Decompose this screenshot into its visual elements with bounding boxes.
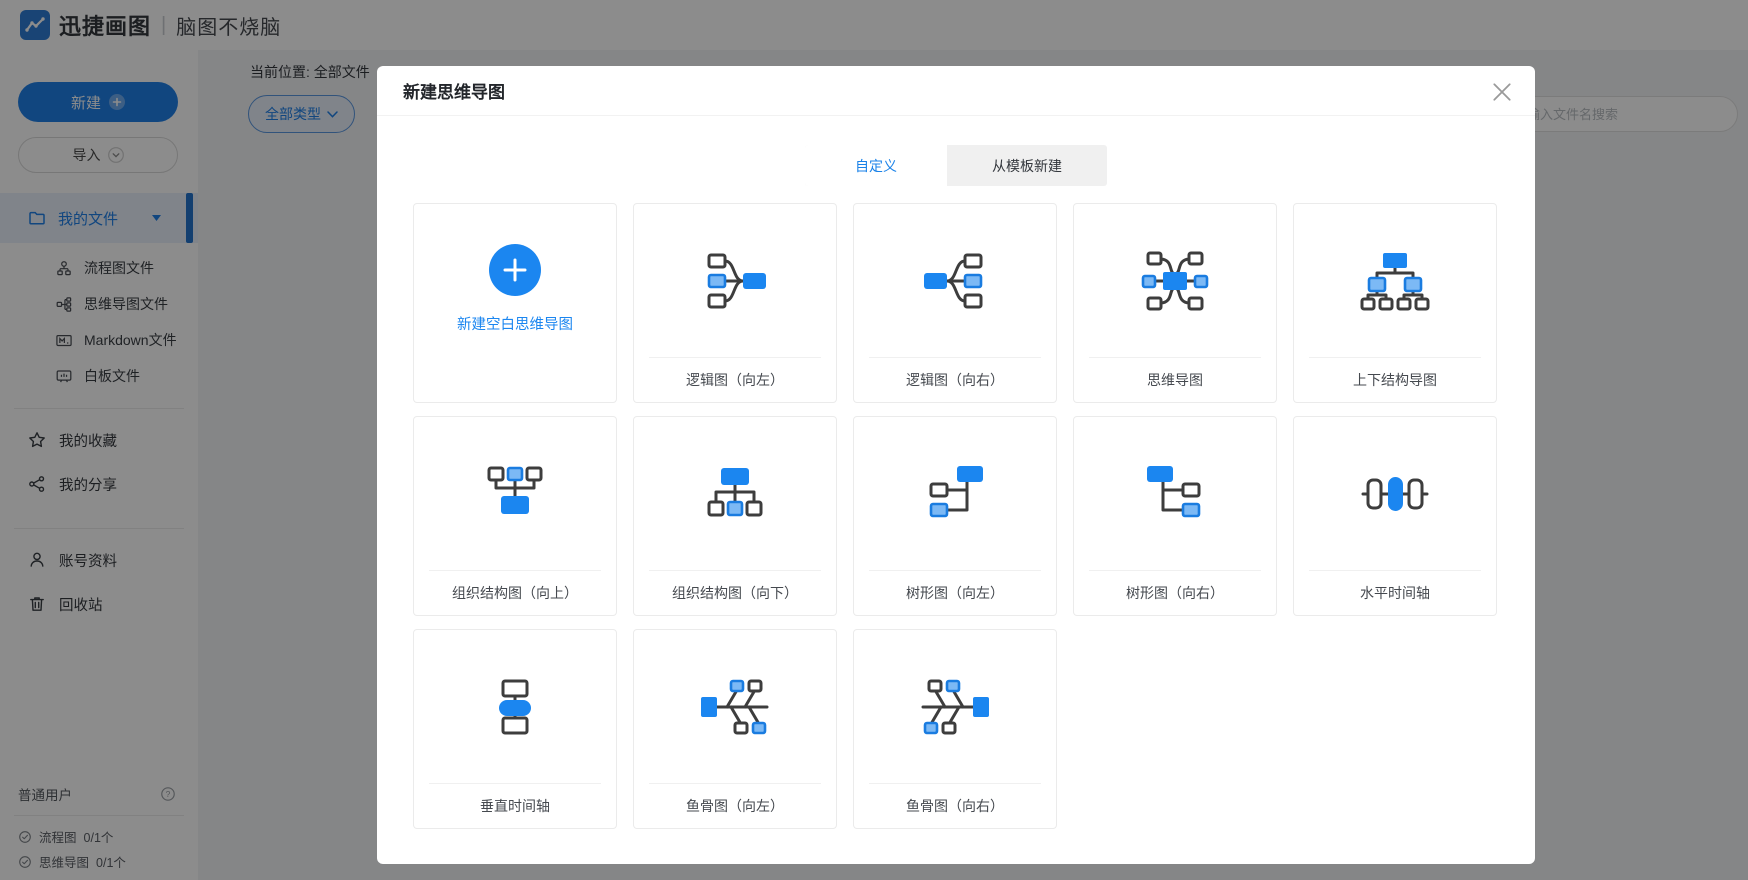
tree-left-icon	[854, 417, 1056, 571]
card-label: 树形图（向右）	[1126, 585, 1224, 601]
close-icon[interactable]	[1493, 83, 1511, 101]
tab-custom[interactable]: 自定义	[805, 145, 947, 186]
logic-left-icon	[634, 204, 836, 358]
modal-title: 新建思维导图	[403, 83, 505, 102]
card-org-up[interactable]: 组织结构图（向上）	[413, 416, 617, 616]
modal-tabs: 自定义 从模板新建	[805, 145, 1107, 186]
card-label: 逻辑图（向右）	[906, 372, 1004, 388]
card-blank-mindmap[interactable]: 新建空白思维导图	[413, 203, 617, 403]
card-vertical-timeline[interactable]: 垂直时间轴	[413, 629, 617, 829]
modal-header: 新建思维导图	[377, 66, 1535, 116]
card-label: 逻辑图（向左）	[686, 372, 784, 388]
template-grid: 新建空白思维导图 逻辑图（向左） 逻辑图（向右） 思维导图 上下结构导图 组织结…	[413, 203, 1513, 829]
card-label: 组织结构图（向下）	[672, 585, 798, 601]
card-logic-left[interactable]: 逻辑图（向左）	[633, 203, 837, 403]
card-logic-right[interactable]: 逻辑图（向右）	[853, 203, 1057, 403]
horizontal-timeline-icon	[1294, 417, 1496, 571]
fishbone-right-icon	[854, 630, 1056, 784]
card-label: 鱼骨图（向右）	[906, 798, 1004, 814]
card-updown-structure[interactable]: 上下结构导图	[1293, 203, 1497, 403]
tab-label: 自定义	[855, 157, 897, 174]
card-label: 水平时间轴	[1360, 585, 1430, 601]
card-horizontal-timeline[interactable]: 水平时间轴	[1293, 416, 1497, 616]
card-label: 新建空白思维导图	[457, 317, 573, 333]
plus-circle-icon	[489, 244, 541, 296]
card-label: 组织结构图（向上）	[452, 585, 578, 601]
card-label: 思维导图	[1147, 372, 1203, 388]
vertical-timeline-icon	[414, 630, 616, 784]
org-down-icon	[634, 417, 836, 571]
card-tree-left[interactable]: 树形图（向左）	[853, 416, 1057, 616]
card-mindmap[interactable]: 思维导图	[1073, 203, 1277, 403]
tab-label: 从模板新建	[992, 157, 1062, 174]
card-label: 鱼骨图（向左）	[686, 798, 784, 814]
tree-right-icon	[1074, 417, 1276, 571]
card-label: 上下结构导图	[1353, 372, 1437, 388]
card-label: 树形图（向左）	[906, 585, 1004, 601]
card-org-down[interactable]: 组织结构图（向下）	[633, 416, 837, 616]
updown-structure-icon	[1294, 204, 1496, 358]
fishbone-left-icon	[634, 630, 836, 784]
card-fishbone-right[interactable]: 鱼骨图（向右）	[853, 629, 1057, 829]
card-tree-right[interactable]: 树形图（向右）	[1073, 416, 1277, 616]
org-up-icon	[414, 417, 616, 571]
card-label: 垂直时间轴	[480, 798, 550, 814]
tab-from-template[interactable]: 从模板新建	[947, 145, 1107, 186]
mindmap-icon	[1074, 204, 1276, 358]
card-fishbone-left[interactable]: 鱼骨图（向左）	[633, 629, 837, 829]
new-mindmap-modal: 新建思维导图 自定义 从模板新建 新建空白思维导图 逻辑图（向左） 逻辑图（向右…	[377, 66, 1535, 864]
logic-right-icon	[854, 204, 1056, 358]
